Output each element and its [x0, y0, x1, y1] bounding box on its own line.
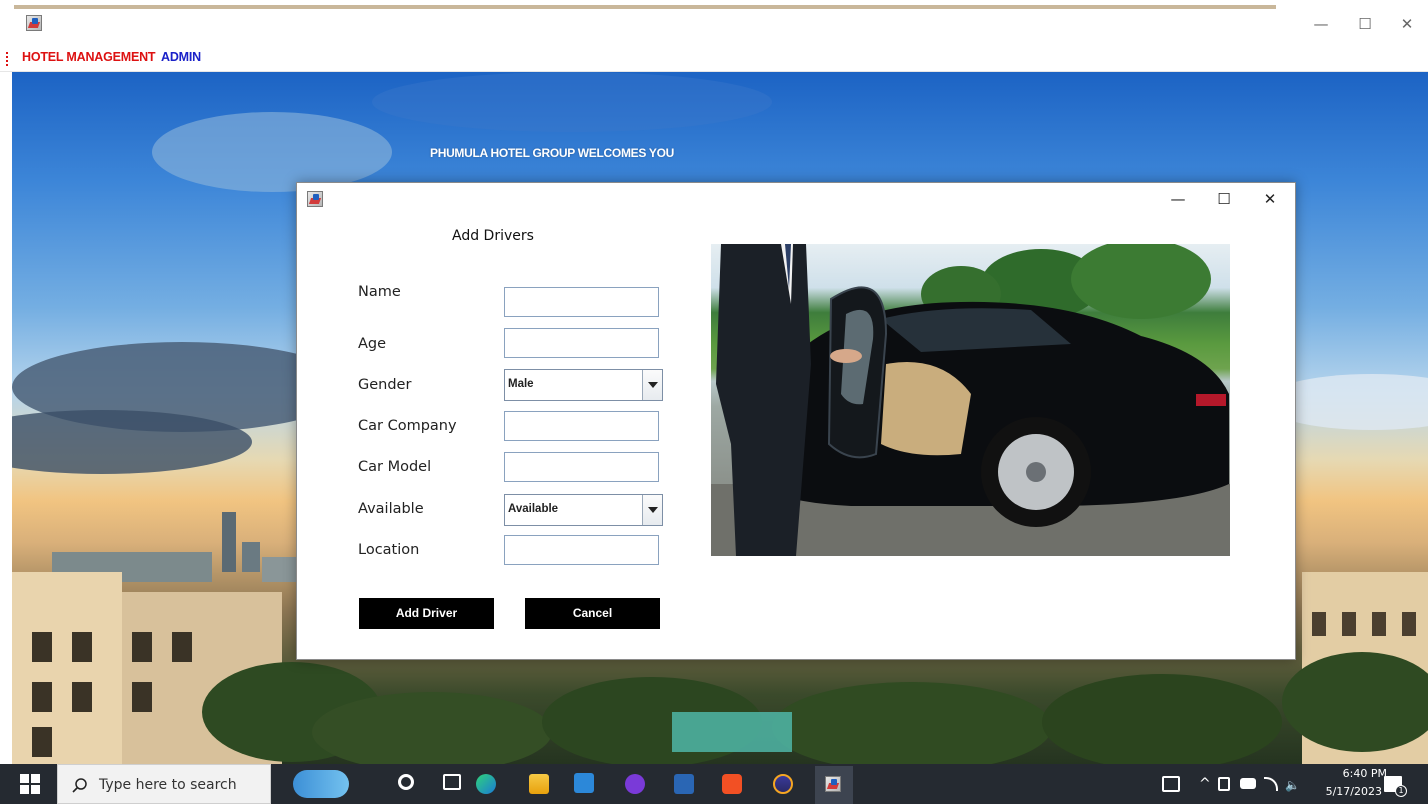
maximize-icon[interactable]: ☐	[1209, 189, 1239, 209]
car-model-label: Car Model	[358, 459, 432, 475]
keyboard-icon[interactable]	[1162, 776, 1180, 792]
volume-icon[interactable]: 🔈	[1285, 776, 1301, 796]
cancel-button[interactable]: Cancel	[525, 598, 660, 629]
car-company-field[interactable]	[504, 411, 659, 441]
app-icon	[307, 191, 323, 207]
gender-label: Gender	[358, 377, 412, 393]
chevron-down-icon[interactable]	[642, 370, 662, 400]
dialog-title: Add Drivers	[452, 228, 534, 244]
github-icon[interactable]	[625, 774, 645, 794]
add-drivers-dialog: — ☐ ✕ Add Drivers Name Age Gender Male C…	[296, 182, 1296, 660]
weather-widget-icon[interactable]	[293, 770, 349, 798]
chevron-up-icon[interactable]: ^	[1199, 774, 1213, 794]
available-select-value: Available	[508, 503, 559, 515]
edge-icon[interactable]	[476, 774, 496, 794]
location-label: Location	[358, 542, 420, 558]
menubar-grip	[6, 52, 8, 66]
taskbar-search-box[interactable]: Type here to search	[57, 764, 271, 804]
menu-hotel-management[interactable]: HOTEL MANAGEMENT	[22, 50, 156, 64]
main-titlebar: — ☐ ✕	[0, 0, 1428, 44]
search-icon	[72, 778, 87, 793]
minimize-icon[interactable]: —	[1163, 189, 1193, 209]
minimize-icon[interactable]: —	[1306, 14, 1336, 34]
close-icon[interactable]: ✕	[1255, 189, 1285, 209]
title-border	[14, 5, 1276, 9]
app-icon	[825, 776, 841, 792]
gender-select-value: Male	[508, 378, 534, 390]
name-field[interactable]	[504, 287, 659, 317]
gender-select[interactable]: Male	[504, 369, 663, 401]
battery-icon[interactable]	[1240, 778, 1256, 789]
location-field[interactable]	[504, 535, 659, 565]
available-label: Available	[358, 501, 424, 517]
vscode-icon[interactable]	[674, 774, 694, 794]
add-driver-button[interactable]: Add Driver	[359, 598, 494, 629]
clock-time[interactable]: 6:40 PM	[1327, 767, 1387, 780]
notification-icon[interactable]: 1	[1384, 776, 1407, 797]
windows-start-icon[interactable]	[20, 774, 40, 794]
age-field[interactable]	[504, 328, 659, 358]
menubar: HOTEL MANAGEMENT ADMIN	[0, 44, 1428, 72]
maximize-icon[interactable]: ☐	[1350, 14, 1380, 34]
store-icon[interactable]	[574, 773, 594, 793]
usb-icon[interactable]	[1218, 777, 1230, 791]
brave-icon[interactable]	[722, 774, 742, 794]
available-select[interactable]: Available	[504, 494, 663, 526]
welcome-banner: PHUMULA HOTEL GROUP WELCOMES YOU	[430, 146, 674, 160]
name-label: Name	[358, 284, 401, 300]
app-icon	[26, 15, 42, 31]
close-icon[interactable]: ✕	[1392, 14, 1422, 34]
chevron-down-icon[interactable]	[642, 495, 662, 525]
eclipse-icon[interactable]	[773, 774, 793, 794]
task-view-icon[interactable]	[443, 774, 461, 790]
driver-car-image	[711, 244, 1230, 556]
car-model-field[interactable]	[504, 452, 659, 482]
age-label: Age	[358, 336, 387, 352]
cortana-icon[interactable]	[398, 774, 414, 790]
search-placeholder: Type here to search	[99, 777, 237, 793]
file-explorer-icon[interactable]	[529, 774, 549, 794]
notification-count: 1	[1395, 785, 1407, 797]
clock-date[interactable]: 5/17/2023	[1324, 785, 1382, 798]
car-company-label: Car Company	[358, 418, 457, 434]
java-app-icon[interactable]	[815, 766, 853, 804]
menu-admin[interactable]: ADMIN	[161, 50, 201, 64]
